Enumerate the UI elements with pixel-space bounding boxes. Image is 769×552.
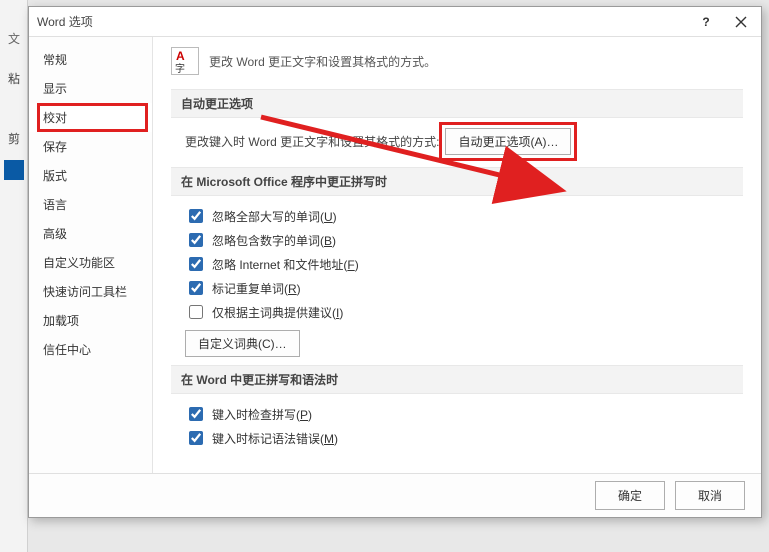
office-spell-row-2: 忽略 Internet 和文件地址(F): [185, 254, 743, 274]
word-spell-row-0: 键入时检查拼写(P): [185, 404, 743, 424]
panel-header-title: 更改 Word 更正文字和设置其格式的方式。: [209, 53, 436, 70]
background-ribbon-left: 文 粘 剪: [0, 0, 28, 552]
office-spell-label-1[interactable]: 忽略包含数字的单词(B): [185, 230, 336, 250]
sidebar-item-10[interactable]: 信任中心: [29, 335, 152, 364]
sidebar-item-5[interactable]: 语言: [29, 190, 152, 219]
office-spell-row-1: 忽略包含数字的单词(B): [185, 230, 743, 250]
office-spell-label-2[interactable]: 忽略 Internet 和文件地址(F): [185, 254, 359, 274]
sidebar-item-8[interactable]: 快速访问工具栏: [29, 277, 152, 306]
sidebar-item-6[interactable]: 高级: [29, 219, 152, 248]
options-dialog: Word 选项 ? 常规显示校对保存版式语言高级自定义功能区快速访问工具栏加载项…: [28, 6, 762, 518]
office-spell-row-3: 标记重复单词(R): [185, 278, 743, 298]
office-spell-text-3: 标记重复单词(R): [212, 280, 301, 297]
cancel-button[interactable]: 取消: [675, 481, 745, 510]
office-spell-checkbox-2[interactable]: [189, 257, 203, 271]
sidebar-item-9[interactable]: 加载项: [29, 306, 152, 335]
word-spell-text-0: 键入时检查拼写(P): [212, 406, 312, 423]
office-spell-text-4: 仅根据主词典提供建议(I): [212, 304, 343, 321]
sidebar-item-0[interactable]: 常规: [29, 45, 152, 74]
autocorrect-desc: 更改键入时 Word 更正文字和设置其格式的方式:: [185, 133, 439, 150]
word-spell-checkbox-1[interactable]: [189, 431, 203, 445]
proofing-icon: [171, 47, 199, 75]
dialog-title: Word 选项: [37, 13, 93, 30]
office-spell-row-4: 仅根据主词典提供建议(I): [185, 302, 743, 322]
options-main-panel: 更改 Word 更正文字和设置其格式的方式。 自动更正选项 更改键入时 Word…: [153, 37, 761, 473]
panel-header: 更改 Word 更正文字和设置其格式的方式。: [171, 47, 743, 75]
autocorrect-options-button[interactable]: 自动更正选项(A)…: [445, 128, 571, 155]
options-sidebar: 常规显示校对保存版式语言高级自定义功能区快速访问工具栏加载项信任中心: [29, 37, 153, 473]
custom-dictionaries-button[interactable]: 自定义词典(C)…: [185, 330, 300, 357]
section-office-spell-title: 在 Microsoft Office 程序中更正拼写时: [171, 167, 743, 196]
office-spell-text-2: 忽略 Internet 和文件地址(F): [212, 256, 359, 273]
dialog-content: 常规显示校对保存版式语言高级自定义功能区快速访问工具栏加载项信任中心 更改 Wo…: [29, 37, 761, 473]
ok-button[interactable]: 确定: [595, 481, 665, 510]
dialog-footer: 确定 取消: [29, 473, 761, 517]
word-spell-label-1[interactable]: 键入时标记语法错误(M): [185, 428, 338, 448]
office-spell-checkbox-4[interactable]: [189, 305, 203, 319]
office-spell-checkbox-0[interactable]: [189, 209, 203, 223]
office-spell-checkbox-3[interactable]: [189, 281, 203, 295]
sidebar-item-7[interactable]: 自定义功能区: [29, 248, 152, 277]
bg-paste-label: 粘: [2, 70, 26, 87]
save-icon: [4, 160, 24, 180]
section-autocorrect-title: 自动更正选项: [171, 89, 743, 118]
word-spell-row-1: 键入时标记语法错误(M): [185, 428, 743, 448]
sidebar-item-4[interactable]: 版式: [29, 161, 152, 190]
word-spell-label-0[interactable]: 键入时检查拼写(P): [185, 404, 312, 424]
office-spell-text-0: 忽略全部大写的单词(U): [212, 208, 337, 225]
office-spell-text-1: 忽略包含数字的单词(B): [212, 232, 336, 249]
bg-tab-label: 文: [0, 30, 28, 47]
office-spell-checkbox-1[interactable]: [189, 233, 203, 247]
bg-cut-label: 剪: [2, 130, 26, 147]
word-spell-text-1: 键入时标记语法错误(M): [212, 430, 338, 447]
word-spell-checkbox-0[interactable]: [189, 407, 203, 421]
sidebar-item-3[interactable]: 保存: [29, 132, 152, 161]
section-word-spell-title: 在 Word 中更正拼写和语法时: [171, 365, 743, 394]
office-spell-label-0[interactable]: 忽略全部大写的单词(U): [185, 206, 337, 226]
sidebar-item-1[interactable]: 显示: [29, 74, 152, 103]
office-spell-row-0: 忽略全部大写的单词(U): [185, 206, 743, 226]
office-spell-label-3[interactable]: 标记重复单词(R): [185, 278, 301, 298]
titlebar: Word 选项 ?: [29, 7, 761, 37]
help-button[interactable]: ?: [691, 7, 721, 37]
office-spell-label-4[interactable]: 仅根据主词典提供建议(I): [185, 302, 343, 322]
close-icon: [735, 16, 747, 28]
close-button[interactable]: [721, 7, 761, 37]
autocorrect-row: 更改键入时 Word 更正文字和设置其格式的方式: 自动更正选项(A)…: [185, 128, 743, 155]
sidebar-item-2[interactable]: 校对: [29, 103, 152, 132]
